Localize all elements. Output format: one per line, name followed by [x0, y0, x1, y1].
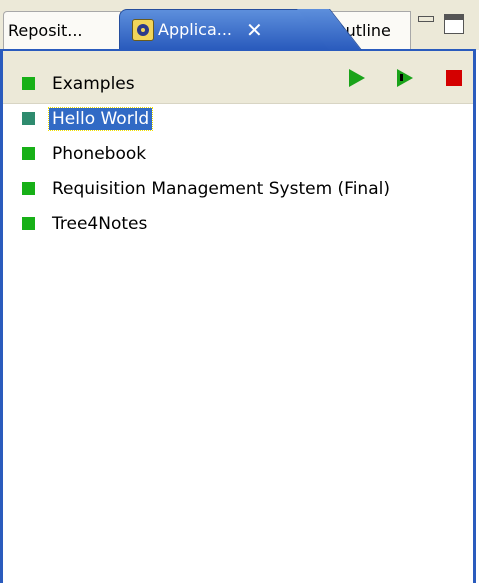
view-tab-bar: Reposit... Applica... ✕ Outline [0, 0, 479, 50]
list-item-label: Requisition Management System (Final) [52, 178, 390, 199]
list-item[interactable]: Requisition Management System (Final) [22, 171, 393, 206]
list-item[interactable]: Hello World [22, 101, 393, 136]
application-status-icon [22, 182, 35, 195]
list-item-label: Phonebook [52, 143, 147, 164]
maximize-icon[interactable] [444, 14, 464, 34]
application-icon [132, 18, 154, 41]
list-item-label: Examples [52, 73, 135, 94]
list-item-label: Tree4Notes [52, 213, 148, 234]
stop-icon[interactable] [444, 68, 464, 88]
application-status-icon [22, 217, 35, 230]
tab-applications[interactable]: Applica... ✕ [119, 9, 331, 49]
application-status-icon [22, 112, 35, 125]
tab-applications-label: Applica... [158, 20, 233, 39]
tab-repository[interactable]: Reposit... [3, 11, 121, 49]
run-step-icon[interactable] [395, 68, 415, 88]
list-item[interactable]: Examples [22, 66, 393, 101]
application-status-icon [22, 147, 35, 160]
list-item-label: Hello World [47, 106, 154, 131]
list-item[interactable]: Tree4Notes [22, 206, 393, 241]
tab-repository-label: Reposit... [8, 21, 83, 40]
minimize-icon[interactable] [418, 16, 434, 22]
view-window-controls [418, 14, 464, 34]
application-list: Examples Hello World Phonebook Requisiti… [22, 66, 393, 241]
application-status-icon [22, 77, 35, 90]
close-icon[interactable]: ✕ [246, 20, 263, 40]
list-item[interactable]: Phonebook [22, 136, 393, 171]
